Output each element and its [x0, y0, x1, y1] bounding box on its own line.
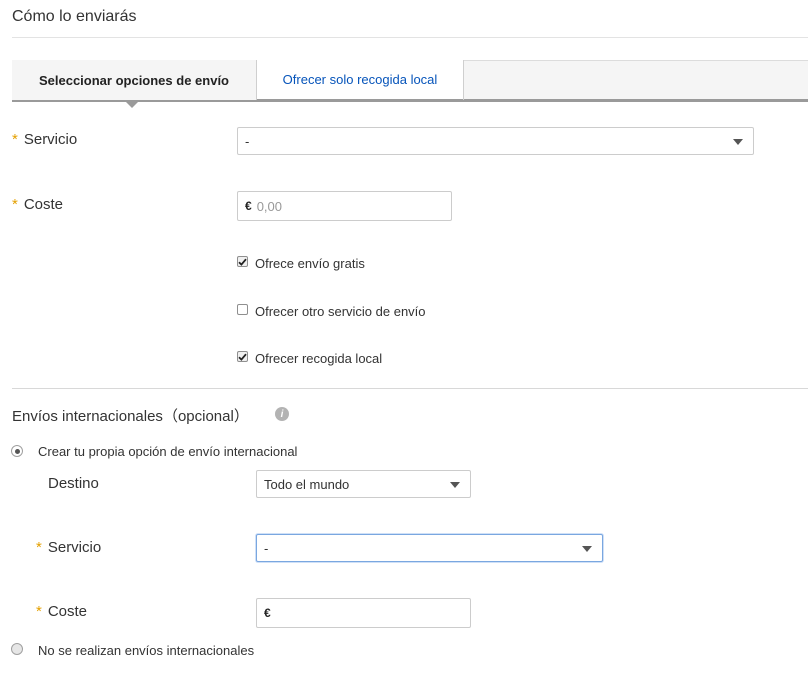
radio-dot [14, 448, 20, 454]
international-cost-input[interactable]: € [256, 598, 471, 628]
international-service-label: * Servicio [36, 539, 101, 556]
chevron-down-icon [450, 482, 460, 488]
currency-symbol: € [264, 606, 271, 620]
no-international-label: No se realizan envíos internacionales [38, 643, 255, 658]
cost-label-text: Coste [23, 196, 64, 213]
required-mark: * [12, 131, 18, 148]
required-mark: * [36, 539, 42, 556]
tab-divider [463, 60, 464, 100]
destination-select-value: Todo el mundo [264, 476, 350, 492]
cost-placeholder: 0,00 [256, 198, 282, 214]
destination-select[interactable]: Todo el mundo [256, 470, 471, 498]
international-service-label-text: Servicio [47, 539, 102, 556]
optional-marker: （opcional） [162, 408, 249, 425]
other-service-checkbox[interactable] [237, 304, 248, 315]
international-title: Envíos internacionales [12, 408, 163, 425]
international-service-select[interactable]: - [256, 534, 603, 562]
tab-select-shipping-options[interactable]: Seleccionar opciones de envío [12, 60, 256, 100]
info-icon[interactable]: i [275, 407, 289, 421]
own-international-option-label: Crear tu propia opción de envío internac… [38, 444, 298, 459]
section-divider [12, 388, 808, 389]
service-select-value: - [245, 133, 250, 149]
international-section-title: Envíos internacionales（opcional） [12, 405, 249, 426]
destination-label: Destino [48, 475, 99, 492]
international-cost-label-text: Coste [47, 603, 88, 620]
free-shipping-checkbox[interactable] [237, 256, 248, 267]
other-service-label: Ofrecer otro servicio de envío [255, 304, 426, 319]
page-title: Cómo lo enviarás [12, 8, 137, 25]
chevron-down-icon [582, 546, 592, 552]
service-label-text: Servicio [23, 131, 78, 148]
checkmark-icon [238, 258, 247, 266]
tab-local-pickup-only[interactable]: Ofrecer solo recogida local [257, 60, 463, 99]
checkmark-icon [238, 353, 247, 361]
required-mark: * [12, 196, 18, 213]
international-service-select-value: - [264, 540, 269, 556]
cost-input[interactable]: € 0,00 [237, 191, 452, 221]
service-select[interactable]: - [237, 127, 754, 155]
no-international-radio[interactable] [11, 643, 23, 655]
currency-symbol: € [245, 199, 252, 213]
international-cost-label: * Coste [36, 603, 87, 620]
local-pickup-checkbox[interactable] [237, 351, 248, 362]
local-pickup-label: Ofrecer recogida local [255, 351, 383, 366]
cost-label: * Coste [12, 196, 63, 213]
required-mark: * [36, 603, 42, 620]
chevron-down-icon [733, 139, 743, 145]
free-shipping-label: Ofrece envío gratis [255, 256, 365, 271]
service-label: * Servicio [12, 131, 77, 148]
title-divider [12, 37, 808, 38]
own-international-option-radio[interactable] [11, 445, 23, 457]
active-tab-pointer [125, 101, 139, 108]
